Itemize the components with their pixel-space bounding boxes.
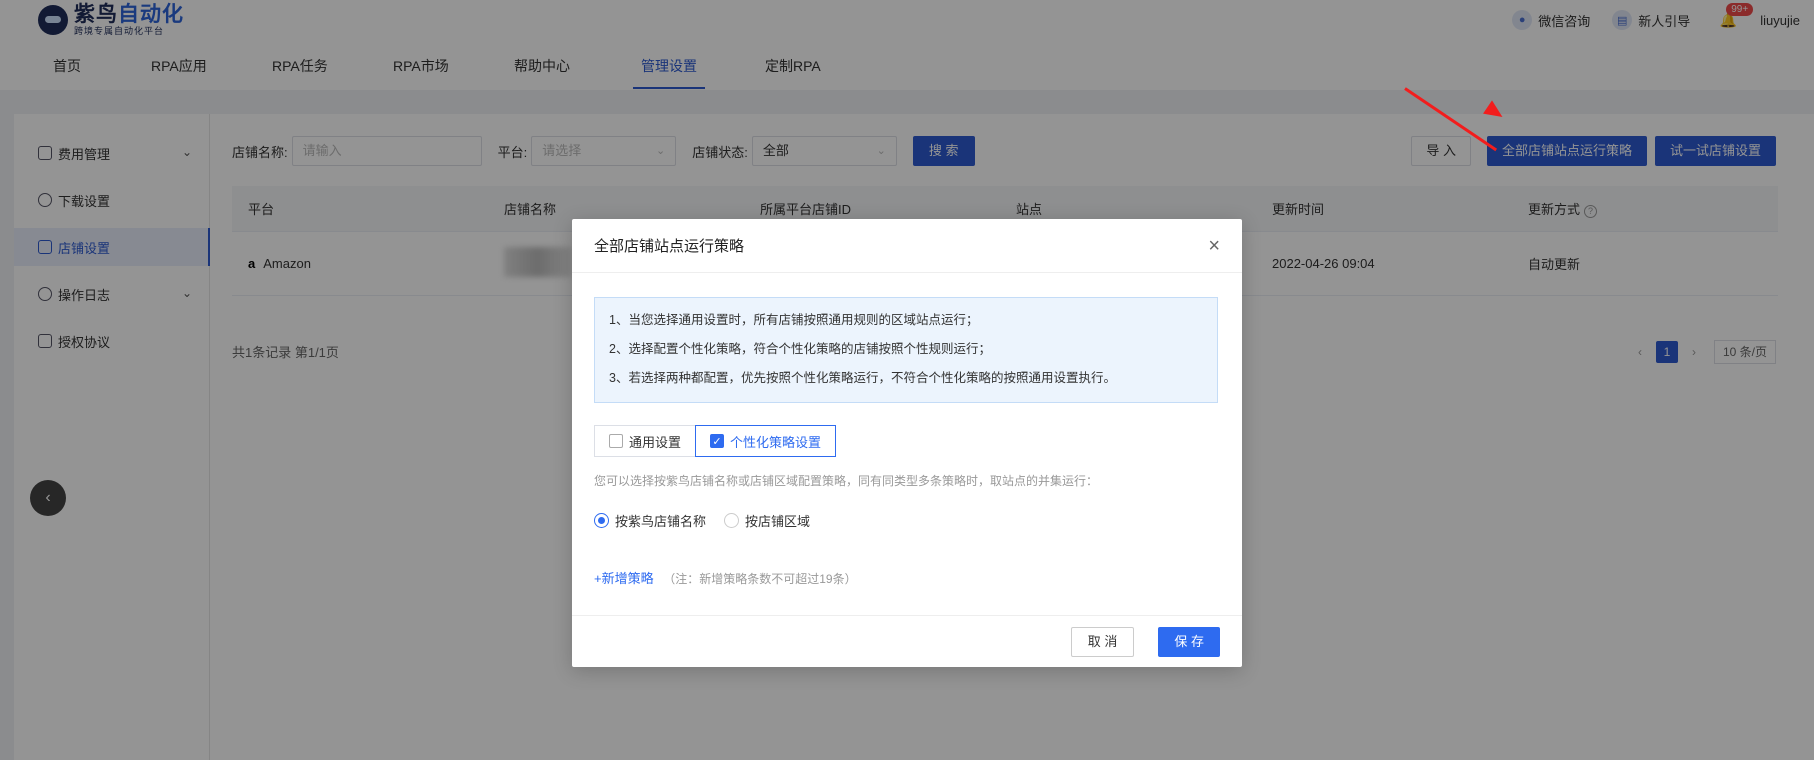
mode-toggle: 通用设置 ✓ 个性化策略设置 [594, 425, 1218, 457]
radio-by-shop-region[interactable]: 按店铺区域 [724, 511, 810, 530]
custom-strategy-checkbox[interactable]: ✓ [710, 434, 725, 448]
strategy-hint: 您可以选择按紫鸟店铺名称或店铺区域配置策略，同有同类型多条策略时，取站点的并集运… [594, 474, 1099, 488]
radio-by-shop-name[interactable]: 按紫鸟店铺名称 [594, 511, 706, 530]
radio-label: 按紫鸟店铺名称 [615, 514, 707, 529]
modal-header: 全部店铺站点运行策略 × [572, 219, 1242, 273]
add-strategy-row: +新增策略 （注：新增策略条数不可超过19条） [594, 568, 1218, 587]
close-icon[interactable]: × [1208, 236, 1220, 256]
tab-general-settings[interactable]: 通用设置 [594, 425, 697, 457]
tab-general-label: 通用设置 [629, 434, 682, 450]
modal-body: 1、当您选择通用设置时，所有店铺按照通用规则的区域站点运行； 2、选择配置个性化… [594, 297, 1218, 587]
tab-custom-label: 个性化策略设置 [730, 434, 822, 450]
save-button[interactable]: 保 存 [1158, 626, 1220, 657]
note-line: 2、选择配置个性化策略，符合个性化策略的店铺按照个性规则运行； [609, 342, 991, 356]
modal-footer: 取 消 保 存 [572, 615, 1242, 667]
modal-title: 全部店铺站点运行策略 [594, 238, 745, 255]
note-line: 1、当您选择通用设置时，所有店铺按照通用规则的区域站点运行； [609, 313, 979, 327]
note-line: 3、若选择两种都配置，优先按照个性化策略运行，不符合个性化策略的按照通用设置执行… [609, 371, 1116, 385]
radio-label: 按店铺区域 [745, 514, 811, 529]
radio-button[interactable] [594, 513, 609, 528]
add-strategy-note: （注：新增策略条数不可超过19条） [663, 572, 857, 586]
strategy-notes: 1、当您选择通用设置时，所有店铺按照通用规则的区域站点运行； 2、选择配置个性化… [594, 297, 1218, 403]
add-strategy-link[interactable]: +新增策略 [594, 571, 654, 586]
strategy-modal: 全部店铺站点运行策略 × 1、当您选择通用设置时，所有店铺按照通用规则的区域站点… [572, 219, 1242, 667]
cancel-button[interactable]: 取 消 [1070, 626, 1135, 657]
general-settings-checkbox[interactable] [609, 434, 623, 448]
strategy-type-radio-group: 按紫鸟店铺名称 按店铺区域 [594, 511, 1218, 530]
tab-custom-strategy[interactable]: ✓ 个性化策略设置 [695, 425, 837, 457]
radio-button[interactable] [724, 513, 740, 528]
